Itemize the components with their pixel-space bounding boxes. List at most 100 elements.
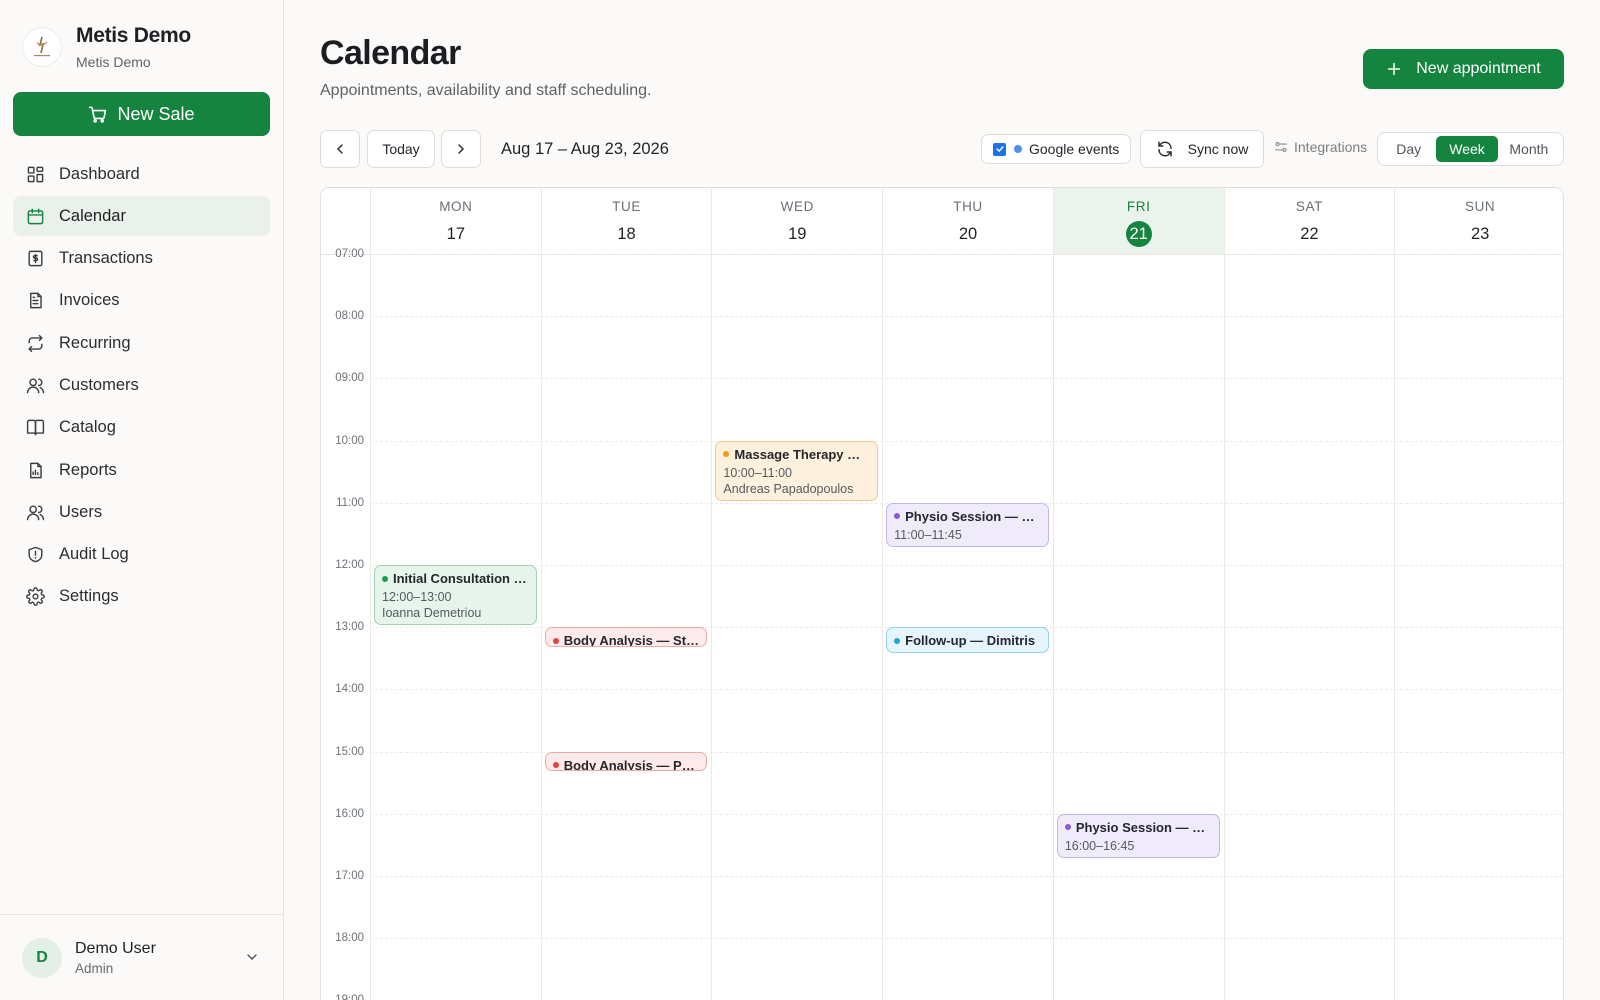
event-time: 11:00–11:45 — [894, 527, 962, 542]
google-events-checkbox[interactable] — [993, 142, 1006, 156]
day-name: SUN — [1464, 199, 1496, 214]
hour-gridline — [370, 689, 1563, 691]
event-status-dot — [894, 513, 901, 520]
sidebar-item-dashboard[interactable]: Dashboard — [13, 154, 270, 194]
day-header-fri[interactable]: FRI 21 — [1052, 188, 1224, 254]
sidebar-item-settings[interactable]: Settings — [13, 577, 270, 617]
hour-gridline — [370, 938, 1563, 940]
plus-icon — [1386, 61, 1402, 77]
sidebar-item-reports[interactable]: Reports — [13, 450, 270, 490]
invoice-icon — [25, 291, 45, 311]
sidebar-item-customers[interactable]: Customers — [13, 365, 270, 405]
hour-label: 19:00 — [321, 994, 364, 1000]
hour-label: 07:00 — [335, 248, 364, 260]
day-name: MON — [439, 199, 473, 214]
hour-label: 13:00 — [335, 621, 364, 634]
new-appointment-button[interactable]: New appointment — [1363, 49, 1564, 89]
catalog-icon — [25, 418, 45, 438]
sidebar-item-label: Transactions — [59, 249, 153, 268]
hour-gridline — [370, 378, 1563, 380]
day-header-thu[interactable]: THU 20 — [882, 188, 1053, 254]
sidebar-item-audit-log[interactable]: Audit Log — [13, 535, 270, 575]
appointment-event[interactable]: Massage Therapy — Andreas Papadopoulos 10… — [715, 440, 879, 501]
sidebar-item-calendar[interactable]: Calendar — [13, 196, 270, 237]
appointment-event[interactable]: Physio Session — Maria 11:00–11:45 — [886, 502, 1049, 548]
sidebar-item-label: Invoices — [59, 291, 120, 310]
event-title: Massage Therapy — Andreas Papadopoulos — [734, 446, 870, 462]
sidebar-item-label: Settings — [59, 587, 119, 606]
event-title: Initial Consultation — Ioanna Demetriou — [393, 571, 529, 586]
hour-label: 15:00 — [335, 745, 364, 758]
recurring-icon — [25, 333, 45, 353]
avatar: D — [22, 937, 62, 978]
event-title: Body Analysis — Stavros — [563, 633, 700, 647]
new-sale-label: New Sale — [117, 103, 195, 124]
hour-gridline — [370, 440, 1563, 442]
next-week-button[interactable] — [441, 130, 481, 168]
hour-gridline — [370, 813, 1563, 815]
hour-label: 18:00 — [335, 932, 364, 945]
appointment-event[interactable]: Follow-up — Dimitris — [886, 627, 1049, 654]
integrations-icon — [1274, 140, 1288, 154]
sidebar-item-label: Catalog — [59, 418, 116, 437]
appointment-event[interactable]: Physio Session — Maria 16:00–16:45 — [1056, 813, 1220, 859]
appointment-event[interactable]: Initial Consultation — Ioanna Demetriou 1… — [374, 565, 537, 626]
sidebar-item-recurring[interactable]: Recurring — [13, 323, 270, 363]
day-header-sat[interactable]: SAT 22 — [1223, 188, 1395, 254]
sidebar-item-label: Users — [59, 502, 103, 521]
sidebar-item-catalog[interactable]: Catalog — [13, 408, 270, 448]
event-time: 16:00–16:45 — [1064, 838, 1135, 853]
event-status-dot — [382, 575, 388, 582]
day-name: WED — [780, 199, 814, 214]
new-sale-button[interactable]: New Sale — [13, 92, 270, 136]
date-range-label: Aug 17 – Aug 23, 2026 — [501, 140, 669, 158]
day-number: 17 — [446, 225, 466, 243]
hour-gridline — [370, 316, 1563, 318]
hour-label: 17:00 — [335, 870, 364, 882]
event-title: Body Analysis — Panagiota — [563, 757, 700, 772]
today-button[interactable]: Today — [367, 130, 435, 168]
view-month-button[interactable]: Month — [1498, 136, 1560, 162]
user-menu[interactable]: D Demo User Admin — [0, 914, 284, 1000]
appointment-event[interactable]: Body Analysis — Panagiota — [544, 751, 708, 772]
event-status-dot — [552, 637, 559, 644]
day-header-wed[interactable]: WED 19 — [711, 188, 882, 254]
day-header-mon[interactable]: MON 17 — [370, 188, 541, 254]
hour-label: 10:00 — [335, 434, 364, 447]
google-events-label: Google events — [1029, 141, 1120, 157]
sidebar-item-invoices[interactable]: Invoices — [13, 281, 270, 321]
users-icon — [25, 502, 45, 522]
google-events-toggle[interactable]: Google events — [981, 134, 1131, 164]
integrations-link[interactable]: Integrations — [1274, 139, 1367, 155]
view-week-button[interactable]: Week — [1436, 136, 1498, 162]
hour-label: 11:00 — [336, 496, 364, 509]
sidebar-item-users[interactable]: Users — [13, 492, 270, 532]
calendar-icon — [25, 206, 45, 226]
week-calendar: MON 17 TUE 18 WED 19 THU 20 FRI 21 SAT 22 SUN 23 07:00… — [320, 187, 1564, 1000]
hour-label: 16:00 — [335, 807, 364, 820]
hour-gridline — [370, 876, 1563, 877]
event-status-dot — [894, 637, 901, 644]
day-name: FRI — [1126, 199, 1151, 214]
sidebar-item-transactions[interactable]: Transactions — [13, 239, 270, 279]
sidebar-item-label: Customers — [59, 375, 139, 394]
event-time: 12:00–13:00 — [382, 590, 452, 604]
reports-icon — [25, 460, 45, 480]
sync-now-label: Sync now — [1187, 141, 1249, 157]
appointment-event[interactable]: Body Analysis — Stavros — [544, 627, 708, 647]
event-person: Andreas Papadopoulos — [723, 481, 854, 496]
view-day-button[interactable]: Day — [1381, 136, 1436, 162]
sync-now-button[interactable]: Sync now — [1140, 130, 1264, 168]
prev-week-button[interactable] — [320, 130, 360, 168]
sidebar: Metis Demo Metis Demo New Sale Dashboard… — [0, 0, 284, 1000]
day-header-sun[interactable]: SUN 23 — [1394, 188, 1563, 254]
gear-icon — [25, 587, 45, 607]
day-number: 23 — [1470, 225, 1490, 243]
brand[interactable]: Metis Demo Metis Demo — [22, 24, 191, 70]
chevron-down-icon[interactable] — [244, 949, 260, 965]
day-header-tue[interactable]: TUE 18 — [540, 188, 712, 254]
sidebar-item-label: Reports — [59, 460, 117, 479]
page-title: Calendar — [320, 34, 461, 72]
event-status-dot — [552, 762, 559, 769]
day-number: 22 — [1300, 225, 1319, 243]
